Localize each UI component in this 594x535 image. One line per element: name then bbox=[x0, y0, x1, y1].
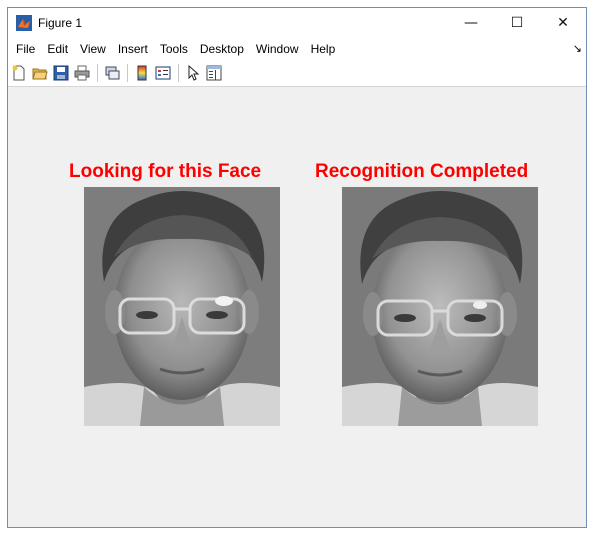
matlab-icon bbox=[16, 15, 32, 31]
menu-tools[interactable]: Tools bbox=[154, 38, 194, 60]
minimize-button[interactable]: — bbox=[448, 8, 494, 38]
open-file-icon bbox=[32, 68, 48, 80]
menu-bar: File Edit View Insert Tools Desktop Wind… bbox=[8, 38, 586, 60]
property-inspector-button[interactable] bbox=[205, 64, 223, 82]
menu-file[interactable]: File bbox=[10, 38, 41, 60]
toolbar-separator bbox=[97, 64, 98, 82]
figure-window: Figure 1 — ☐ ✕ File Edit View Insert Too… bbox=[7, 7, 587, 528]
figure-canvas[interactable]: Looking for this Face Recognition Comple… bbox=[8, 87, 586, 527]
save-icon bbox=[53, 65, 69, 81]
link-plot-icon bbox=[105, 66, 120, 80]
recognized-face-image bbox=[342, 187, 538, 426]
open-file-button[interactable] bbox=[31, 64, 49, 82]
print-button[interactable] bbox=[73, 64, 91, 82]
colorbar-icon bbox=[137, 65, 147, 81]
menu-window[interactable]: Window bbox=[250, 38, 305, 60]
figure-toolbar bbox=[8, 60, 586, 87]
menu-edit[interactable]: Edit bbox=[41, 38, 74, 60]
menu-desktop[interactable]: Desktop bbox=[194, 38, 250, 60]
menu-view[interactable]: View bbox=[74, 38, 112, 60]
maximize-button[interactable]: ☐ bbox=[494, 8, 540, 38]
close-button[interactable]: ✕ bbox=[540, 8, 586, 38]
pointer-icon bbox=[188, 65, 200, 81]
legend-button[interactable] bbox=[154, 64, 172, 82]
menu-help[interactable]: Help bbox=[305, 38, 342, 60]
link-plot-button[interactable] bbox=[103, 64, 121, 82]
new-figure-button[interactable] bbox=[10, 64, 28, 82]
minimize-icon: — bbox=[464, 15, 478, 31]
query-face-image bbox=[84, 187, 280, 426]
edit-plot-button[interactable] bbox=[184, 64, 202, 82]
toolbar-separator bbox=[178, 64, 179, 82]
menu-insert[interactable]: Insert bbox=[112, 38, 154, 60]
left-axes-title: Looking for this Face bbox=[69, 161, 262, 182]
print-icon bbox=[74, 65, 90, 81]
toolbar-separator bbox=[127, 64, 128, 82]
property-inspector-icon bbox=[206, 65, 222, 81]
new-figure-icon bbox=[12, 65, 25, 81]
maximize-icon: ☐ bbox=[510, 15, 524, 31]
dock-icon[interactable]: ↘ bbox=[573, 42, 582, 55]
right-axes-title: Recognition Completed bbox=[315, 161, 529, 182]
title-bar[interactable]: Figure 1 — ☐ ✕ bbox=[8, 8, 586, 38]
window-title: Figure 1 bbox=[38, 16, 83, 30]
close-icon: ✕ bbox=[557, 15, 569, 31]
save-button[interactable] bbox=[52, 64, 70, 82]
legend-icon bbox=[155, 66, 171, 80]
colorbar-button[interactable] bbox=[133, 64, 151, 82]
